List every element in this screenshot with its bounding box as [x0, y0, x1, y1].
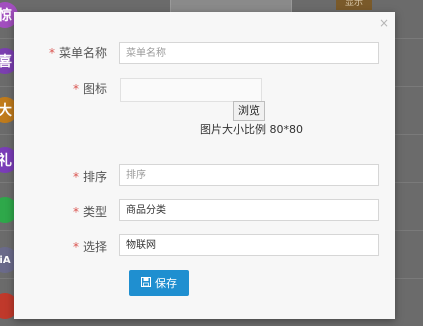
required-mark: * — [72, 205, 79, 219]
close-icon[interactable]: × — [379, 16, 389, 30]
sort-input[interactable]: 排序 — [119, 164, 379, 186]
select-label: * 选择 — [14, 234, 107, 260]
sort-label-text: 排序 — [82, 170, 107, 184]
sort-label: * 排序 — [14, 164, 107, 190]
select-row: * 选择 物联网 — [14, 234, 395, 260]
browse-button[interactable]: 浏览 — [233, 101, 265, 121]
required-mark: * — [72, 240, 79, 254]
menu-name-input[interactable]: 菜单名称 — [119, 42, 379, 64]
menu-edit-dialog: × * 菜单名称 菜单名称 * 图标 浏览 图片大小比例 80*80 * 排序 排序 … — [14, 12, 395, 319]
menu-name-row: * 菜单名称 菜单名称 — [14, 40, 395, 66]
icon-label-text: 图标 — [82, 82, 107, 96]
icon-label: * 图标 — [14, 76, 107, 102]
menu-name-label: * 菜单名称 — [14, 40, 107, 66]
type-label-text: 类型 — [82, 205, 107, 219]
save-button[interactable]: 保存 — [129, 270, 189, 296]
required-mark: * — [72, 170, 79, 184]
required-mark: * — [48, 46, 55, 60]
type-row: * 类型 商品分类 — [14, 199, 395, 225]
floppy-disk-icon — [141, 276, 151, 290]
save-label: 保存 — [155, 277, 177, 290]
image-size-hint: 图片大小比例 80*80 — [200, 123, 303, 136]
required-mark: * — [72, 82, 79, 96]
icon-preview-box — [120, 78, 262, 102]
type-select[interactable]: 商品分类 — [119, 199, 379, 221]
type-label: * 类型 — [14, 199, 107, 225]
sort-row: * 排序 排序 — [14, 164, 395, 190]
category-select[interactable]: 物联网 — [119, 234, 379, 256]
select-label-text: 选择 — [82, 240, 107, 254]
menu-name-label-text: 菜单名称 — [58, 46, 107, 60]
